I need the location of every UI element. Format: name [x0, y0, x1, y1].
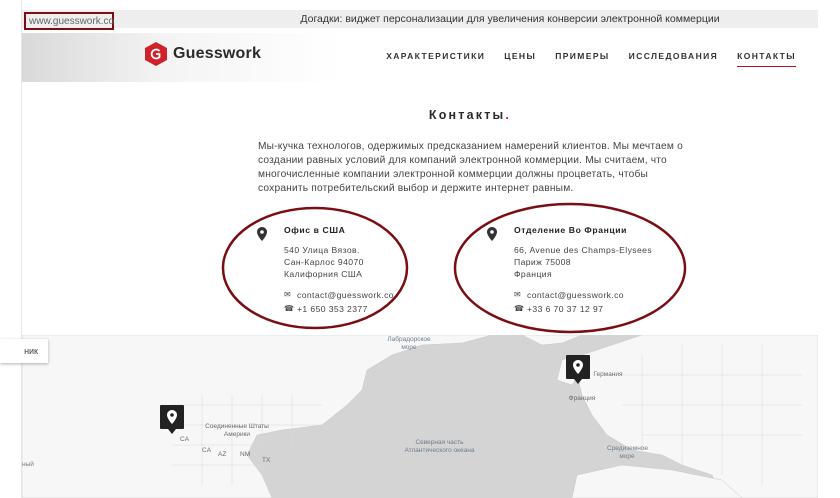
- map-type-button[interactable]: ник: [0, 339, 48, 363]
- section-title: Контакты.: [0, 108, 840, 122]
- envelope-icon: ✉: [514, 290, 522, 299]
- office-france-email-row[interactable]: ✉ contact@guesswork.co: [514, 288, 652, 302]
- location-pin-icon: [487, 227, 497, 241]
- phone-icon: ☎: [284, 304, 295, 313]
- site-header: Guesswork ХАРАКТЕРИСТИКИ ЦЕНЫ ПРИМЕРЫ ИС…: [22, 33, 818, 82]
- office-france-email[interactable]: contact@guesswork.co: [527, 289, 624, 301]
- office-us-address-line2: Сан-Карлос 94070: [284, 257, 364, 267]
- map-marker-us[interactable]: [160, 405, 184, 434]
- nav-item-research[interactable]: ИССЛЕДОВАНИЯ: [629, 51, 719, 67]
- map-marker-france[interactable]: [566, 355, 590, 384]
- location-pin-icon: [167, 410, 177, 424]
- office-us-address-line3: Калифорния США: [284, 269, 363, 279]
- office-france-phone-row[interactable]: ☎ +33 6 70 37 12 97: [514, 302, 652, 316]
- nav-item-pricing[interactable]: ЦЕНЫ: [504, 51, 536, 67]
- intro-paragraph: Мы-кучка технологов, одержимых предсказа…: [258, 141, 683, 194]
- map-land-shapes: [22, 335, 818, 498]
- map-label-usa: Соединенные Штаты Америки: [205, 423, 269, 438]
- office-france-phone[interactable]: +33 6 70 37 12 97: [527, 303, 603, 315]
- office-france-name: Отделение Во Франции: [514, 225, 628, 235]
- map-label-france: Франция: [568, 395, 596, 402]
- map-label-az: AZ: [218, 451, 227, 458]
- office-france: Отделение Во Франции 66, Avenue des Cham…: [487, 224, 652, 316]
- location-pin-icon: [257, 227, 267, 241]
- section-title-dot: .: [505, 108, 512, 122]
- nav-item-examples[interactable]: ПРИМЕРЫ: [555, 51, 609, 67]
- office-us-phone[interactable]: +1 650 353 2377: [297, 303, 368, 315]
- section-title-text: Контакты: [428, 108, 506, 122]
- offices-map[interactable]: Лабрадорское море Соединенные Штаты Амер…: [22, 335, 818, 498]
- phone-icon: ☎: [514, 304, 525, 313]
- left-window-edge: [0, 0, 22, 498]
- office-us-email[interactable]: contact@guesswork.co: [297, 289, 394, 301]
- office-us-name: Офис в США: [284, 225, 346, 235]
- title-bar: Догадки: виджет персонализации для увели…: [22, 10, 818, 28]
- office-us-address-line1: 540 Улица Вязов.: [284, 245, 360, 255]
- nav-item-features[interactable]: ХАРАКТЕРИСТИКИ: [386, 51, 485, 67]
- nav-item-contacts[interactable]: КОНТАКТЫ: [737, 51, 796, 67]
- office-us-email-row[interactable]: ✉ contact@guesswork.co: [284, 288, 394, 302]
- office-france-address-line2: Париж 75008: [514, 257, 571, 267]
- office-france-address-line1: 66, Avenue des Champs-Elysees: [514, 245, 653, 255]
- page: Догадки: виджет персонализации для увели…: [0, 0, 840, 498]
- map-label-pacific: ный: [22, 461, 34, 468]
- location-pin-icon: [573, 360, 583, 374]
- url-field[interactable]: www.guesswork.co: [24, 12, 114, 30]
- map-label-nm: NM: [240, 451, 251, 458]
- page-title-text: Догадки: виджет персонализации для увели…: [300, 13, 720, 25]
- map-label-germany: Германия: [593, 371, 623, 378]
- office-us-phone-row[interactable]: ☎ +1 650 353 2377: [284, 302, 394, 316]
- map-label-labrador: Лабрадорское море: [387, 336, 431, 351]
- map-label-tx: TX: [262, 457, 271, 464]
- logo-text: Guesswork: [173, 45, 262, 62]
- office-france-address-line3: Франция: [514, 269, 553, 279]
- guesswork-logo-icon: [145, 42, 167, 66]
- map-label-atlantic: Северная часть Атлантического океана: [404, 439, 475, 454]
- map-label-ca2: CA: [180, 436, 190, 443]
- office-us: Офис в США 540 Улица Вязов. Сан-Карлос 9…: [257, 224, 394, 316]
- envelope-icon: ✉: [284, 290, 292, 299]
- map-label-mediterranean: Средиземное море: [607, 445, 649, 460]
- map-label-ca: CA: [202, 447, 212, 454]
- logo[interactable]: Guesswork: [145, 42, 261, 66]
- main-nav: ХАРАКТЕРИСТИКИ ЦЕНЫ ПРИМЕРЫ ИССЛЕДОВАНИЯ…: [386, 51, 796, 67]
